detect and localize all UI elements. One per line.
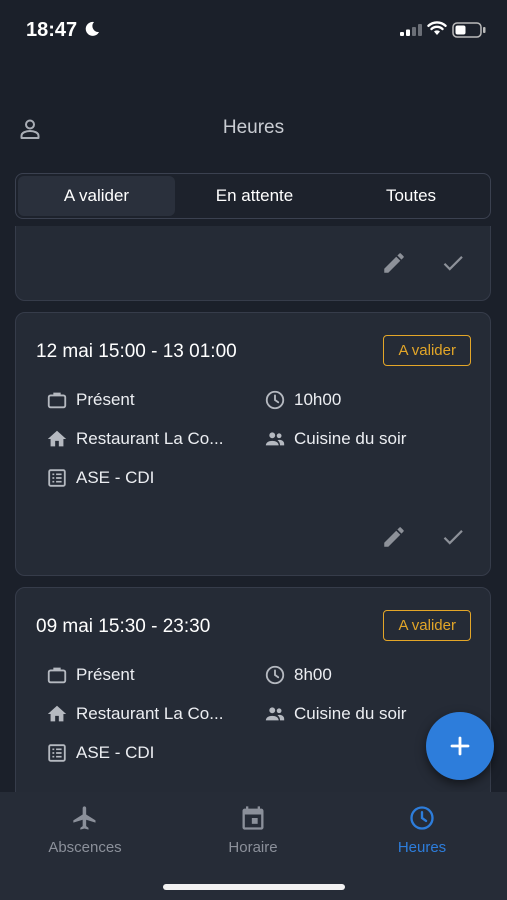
wifi-icon <box>427 21 447 35</box>
nav-item-abscences[interactable]: Abscences <box>0 804 170 856</box>
clock-icon <box>410 806 434 830</box>
briefcase-icon <box>47 392 67 409</box>
calendar-icon <box>242 806 264 830</box>
plus-icon <box>450 736 470 756</box>
home-icon <box>47 705 67 722</box>
check-icon[interactable] <box>440 524 466 550</box>
duration-value: 8h00 <box>294 665 332 684</box>
hours-card[interactable]: 12 mai 15:00 - 13 01:00 A valider Présen… <box>15 312 491 576</box>
people-icon <box>265 707 285 721</box>
card-date-range: 09 mai 15:30 - 23:30 <box>36 616 211 637</box>
duration-value: 10h00 <box>294 390 342 409</box>
status-time: 18:47 <box>26 19 78 41</box>
home-icon <box>47 430 67 447</box>
briefcase-icon <box>47 667 67 684</box>
team-value: Cuisine du soir <box>294 429 407 448</box>
nav-item-horaire[interactable]: Horaire <box>168 804 338 856</box>
hours-card-partial[interactable] <box>15 226 491 301</box>
status-badge: A valider <box>383 610 471 641</box>
contract-icon <box>48 744 66 762</box>
clock-icon <box>265 665 285 685</box>
nav-label-abscences: Abscences <box>48 839 122 856</box>
edit-icon[interactable] <box>381 524 407 550</box>
cellular-signal-icon <box>400 24 422 36</box>
nav-item-heures[interactable]: Heures <box>337 804 507 856</box>
status-bar: 18:47 <box>0 0 507 62</box>
status-value: Présent <box>76 390 135 409</box>
edit-icon[interactable] <box>381 250 407 276</box>
location-value: Restaurant La Co... <box>76 704 224 723</box>
top-app-bar: Heures <box>0 105 507 153</box>
contract-value: ASE - CDI <box>76 743 155 762</box>
check-icon[interactable] <box>440 250 466 276</box>
nav-label-heures: Heures <box>397 839 447 856</box>
moon-icon <box>85 21 99 36</box>
contract-icon <box>48 469 66 487</box>
location-value: Restaurant La Co... <box>76 429 224 448</box>
tab-en-attente[interactable]: En attente <box>175 176 334 216</box>
status-badge: A valider <box>383 335 471 366</box>
card-date-range: 12 mai 15:00 - 13 01:00 <box>36 341 237 362</box>
hours-list[interactable]: 12 mai 15:00 - 13 01:00 A valider Présen… <box>0 226 507 792</box>
page-title: Heures <box>222 117 285 138</box>
battery-icon <box>452 22 486 38</box>
tab-toutes[interactable]: Toutes <box>334 176 488 216</box>
nav-label-horaire: Horaire <box>228 839 278 856</box>
hours-card[interactable]: 09 mai 15:30 - 23:30 A valider Présent 8… <box>15 587 491 792</box>
home-indicator <box>163 884 345 890</box>
airplane-icon <box>73 806 96 830</box>
clock-icon <box>265 390 285 410</box>
status-value: Présent <box>76 665 135 684</box>
contract-value: ASE - CDI <box>76 468 155 487</box>
add-button[interactable] <box>426 712 494 780</box>
filter-tabs: A valider En attente Toutes <box>15 173 491 219</box>
tab-a-valider[interactable]: A valider <box>18 176 175 216</box>
team-value: Cuisine du soir <box>294 704 407 723</box>
people-icon <box>265 432 285 446</box>
